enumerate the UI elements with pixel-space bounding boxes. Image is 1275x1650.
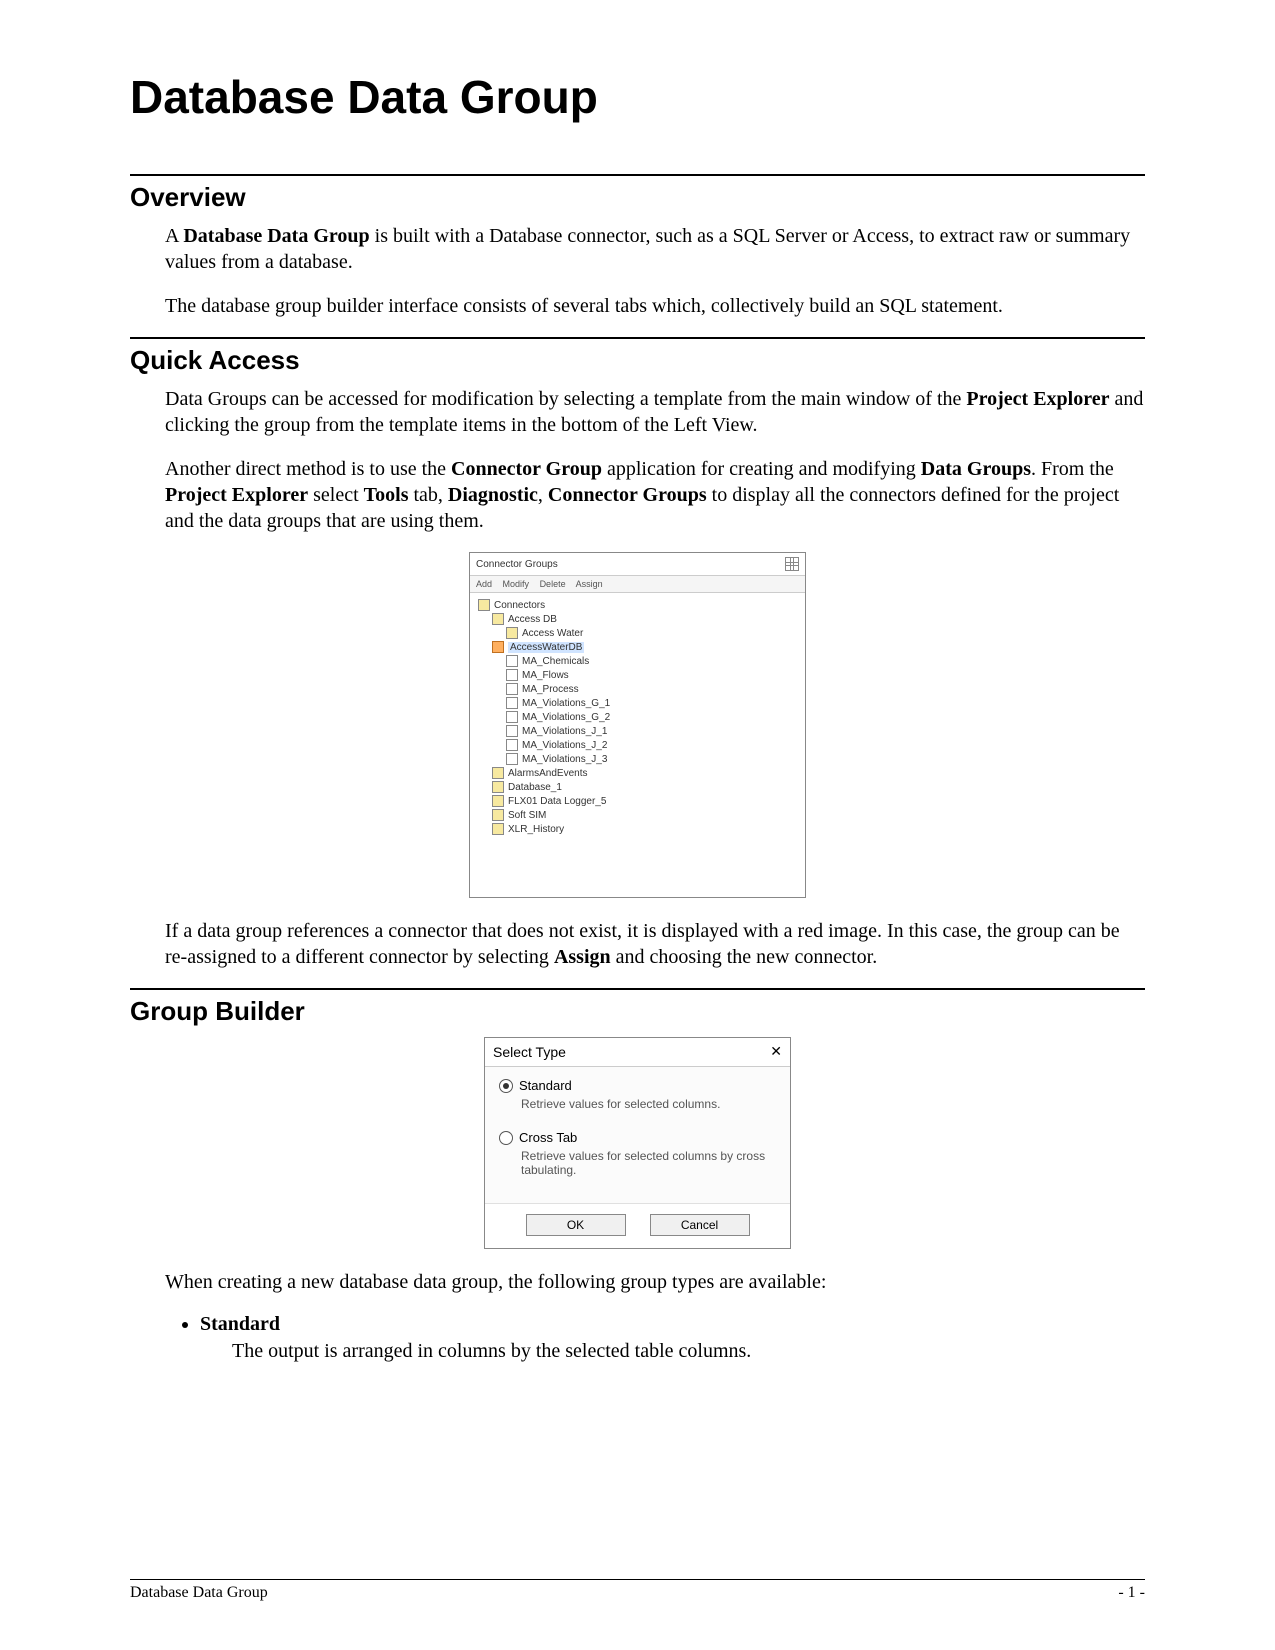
folder-icon — [492, 613, 504, 625]
heading-quick-access: Quick Access — [130, 345, 1145, 376]
connector-groups-window: Connector Groups Add Modify Delete Assig… — [469, 552, 806, 898]
toolbar-add[interactable]: Add — [476, 579, 492, 589]
dialog-title: Select Type — [493, 1044, 566, 1060]
folder-icon — [492, 809, 504, 821]
radio-icon[interactable] — [499, 1079, 513, 1093]
window-title: Connector Groups — [476, 559, 558, 570]
folder-icon — [492, 767, 504, 779]
folder-icon — [478, 599, 490, 611]
quick-access-p1: Data Groups can be accessed for modifica… — [165, 386, 1145, 438]
page-footer: Database Data Group - 1 - — [130, 1579, 1145, 1602]
toolbar: Add Modify Delete Assign — [470, 576, 805, 593]
tree-item[interactable]: Access Water — [478, 627, 797, 641]
file-icon — [506, 669, 518, 681]
tree-item[interactable]: XLR_History — [478, 823, 797, 837]
file-icon — [506, 725, 518, 737]
tree-root: Connectors Access DB Access Water Access… — [470, 593, 805, 897]
file-icon — [506, 739, 518, 751]
figure-connector-groups: Connector Groups Add Modify Delete Assig… — [130, 552, 1145, 898]
tree-item[interactable]: MA_Violations_J_2 — [478, 739, 797, 753]
tree-item[interactable]: Soft SIM — [478, 809, 797, 823]
tree-item[interactable]: MA_Violations_J_1 — [478, 725, 797, 739]
tree-item[interactable]: FLX01 Data Logger_5 — [478, 795, 797, 809]
overview-p1: A Database Data Group is built with a Da… — [165, 223, 1145, 275]
tree-item[interactable]: MA_Chemicals — [478, 655, 797, 669]
quick-access-p2: Another direct method is to use the Conn… — [165, 456, 1145, 534]
file-icon — [506, 683, 518, 695]
overview-p2: The database group builder interface con… — [165, 293, 1145, 319]
figure-select-type: Select Type ✕ Standard Retrieve values f… — [130, 1037, 1145, 1249]
page-title: Database Data Group — [130, 70, 1145, 124]
tree-item[interactable]: MA_Flows — [478, 669, 797, 683]
group-builder-p1: When creating a new database data group,… — [165, 1269, 1145, 1295]
bullet-standard-desc: The output is arranged in columns by the… — [232, 1340, 1145, 1363]
option-standard[interactable]: Standard Retrieve values for selected co… — [499, 1077, 776, 1111]
file-icon — [506, 697, 518, 709]
tree-item[interactable]: MA_Violations_J_3 — [478, 753, 797, 767]
file-icon — [506, 753, 518, 765]
file-icon — [506, 655, 518, 667]
heading-group-builder: Group Builder — [130, 996, 1145, 1027]
option-crosstab[interactable]: Cross Tab Retrieve values for selected c… — [499, 1129, 776, 1177]
toolbar-delete[interactable]: Delete — [540, 579, 566, 589]
select-type-dialog: Select Type ✕ Standard Retrieve values f… — [484, 1037, 791, 1249]
tree-item[interactable]: Database_1 — [478, 781, 797, 795]
folder-icon — [492, 795, 504, 807]
divider — [130, 174, 1145, 176]
toolbar-assign[interactable]: Assign — [576, 579, 603, 589]
option-desc: Retrieve values for selected columns. — [521, 1097, 776, 1111]
tree-connectors[interactable]: Connectors — [478, 599, 797, 613]
tree-item-selected[interactable]: AccessWaterDB — [478, 641, 797, 655]
folder-icon — [492, 781, 504, 793]
tree-item[interactable]: MA_Violations_G_1 — [478, 697, 797, 711]
folder-icon — [492, 641, 504, 653]
file-icon — [506, 711, 518, 723]
cancel-button[interactable]: Cancel — [650, 1214, 750, 1236]
option-desc: Retrieve values for selected columns by … — [521, 1149, 776, 1177]
quick-access-p3: If a data group references a connector t… — [165, 918, 1145, 970]
tree-item[interactable]: MA_Violations_G_2 — [478, 711, 797, 725]
divider — [130, 988, 1145, 990]
footer-left: Database Data Group — [130, 1584, 268, 1602]
tree-item[interactable]: Access DB — [478, 613, 797, 627]
divider — [130, 337, 1145, 339]
folder-icon — [506, 627, 518, 639]
toolbar-modify[interactable]: Modify — [503, 579, 530, 589]
window-control-icon[interactable] — [785, 557, 799, 571]
radio-icon[interactable] — [499, 1131, 513, 1145]
bullet-standard: Standard — [200, 1313, 1145, 1336]
tree-item[interactable]: MA_Process — [478, 683, 797, 697]
heading-overview: Overview — [130, 182, 1145, 213]
close-icon[interactable]: ✕ — [770, 1044, 782, 1060]
ok-button[interactable]: OK — [526, 1214, 626, 1236]
folder-icon — [492, 823, 504, 835]
footer-right: - 1 - — [1118, 1584, 1145, 1602]
tree-item[interactable]: AlarmsAndEvents — [478, 767, 797, 781]
